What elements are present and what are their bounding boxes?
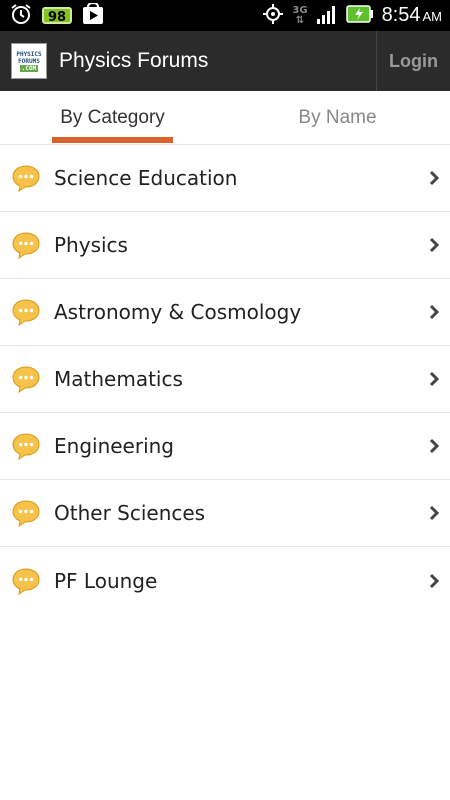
app-logo: PHYSICS FORUMS .COM [11,43,47,79]
clock-time: 8:54 [381,4,421,26]
active-tab-indicator [52,137,173,143]
tab-by-category[interactable]: By Category [0,91,225,145]
clock-ampm: AM [422,9,443,24]
list-item[interactable]: PF Lounge [0,547,450,614]
chat-bubble-icon [12,433,40,461]
chat-bubble-icon [12,165,40,193]
tab-by-category-label: By Category [60,107,165,128]
chat-bubble-icon [12,299,40,327]
gps-icon [262,3,284,29]
logo-line-3: .COM [19,64,39,72]
signal-icon [316,4,338,28]
list-item-label: Engineering [54,434,174,458]
list-item-label: Astronomy & Cosmology [54,300,302,324]
logo-line-2: FORUMS [18,57,40,65]
logo-line-1: PHYSICS [16,50,42,58]
list-item[interactable]: Other Sciences [0,480,450,547]
clock: 8:54 AM [382,4,442,27]
tab-by-name[interactable]: By Name [225,91,450,145]
list-item[interactable]: Mathematics [0,346,450,413]
list-item[interactable]: Physics [0,212,450,279]
chat-bubble-icon [12,567,40,595]
list-item-label: Mathematics [54,367,183,391]
list-item[interactable]: Astronomy & Cosmology [0,279,450,346]
chat-bubble-icon [12,366,40,394]
alarm-icon [10,3,32,29]
list-item-label: PF Lounge [54,568,158,593]
chat-bubble-icon [12,232,40,260]
tab-bar: By Category By Name [0,91,450,145]
play-store-icon [82,1,104,29]
chevron-right-icon [429,304,440,320]
list-item-label: Science Education [54,166,238,190]
category-list: Science Education Physics Astronomy & Co… [0,145,450,614]
tab-by-name-label: By Name [298,107,377,128]
chevron-right-icon [429,371,440,387]
login-button[interactable]: Login [376,31,450,91]
status-bar: 98 3G ⇅ 8:54 AM [0,0,450,31]
chevron-right-icon [429,438,440,454]
list-item-label: Other Sciences [54,501,206,525]
chevron-right-icon [429,505,440,521]
network-label: 3G [292,4,308,16]
app-title: Physics Forums [59,49,209,72]
network-3g-icon: 3G ⇅ [292,4,308,26]
notification-badge: 98 [42,7,73,25]
chevron-right-icon [429,170,440,186]
battery-charging-icon [345,4,374,27]
list-item-label: Physics [54,233,128,257]
action-bar: PHYSICS FORUMS .COM Physics Forums Login [0,31,450,91]
chevron-right-icon [429,237,440,253]
list-item[interactable]: Engineering [0,413,450,480]
list-item[interactable]: Science Education [0,145,450,212]
chevron-right-icon [429,573,440,588]
chat-bubble-icon [12,500,40,528]
